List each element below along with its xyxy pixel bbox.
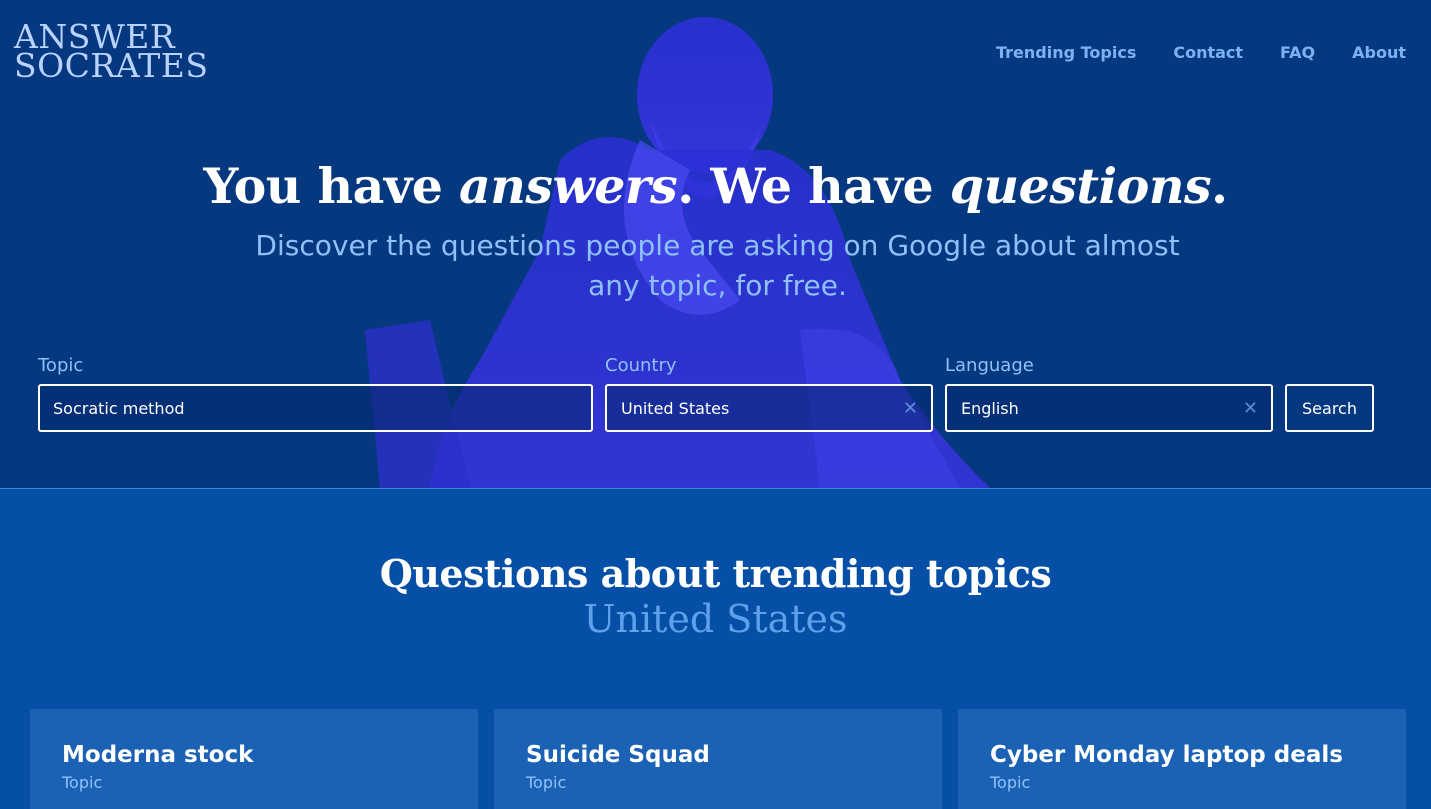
card-type: Topic	[526, 773, 567, 792]
headline-part: You have	[203, 157, 460, 215]
topic-label: Topic	[38, 355, 84, 376]
close-icon[interactable]: ✕	[903, 398, 918, 419]
close-icon[interactable]: ✕	[1243, 398, 1258, 419]
card-title: Moderna stock	[62, 742, 254, 768]
site-logo[interactable]: ANSWER SOCRATES	[14, 20, 209, 85]
country-label: Country	[605, 355, 677, 376]
card-title: Cyber Monday laptop deals	[990, 742, 1343, 768]
headline-emphasis: answers	[459, 157, 678, 215]
country-select-value: United States	[621, 398, 730, 418]
hero-section: ANSWER SOCRATES Trending Topics Contact …	[0, 0, 1431, 489]
trending-card[interactable]: Suicide Squad Topic	[494, 709, 942, 809]
logo-line-2: SOCRATES	[14, 46, 209, 85]
hero-headline: You have answers. We have questions.	[0, 156, 1431, 216]
topic-input[interactable]: Socratic method	[38, 384, 593, 432]
language-select-value: English	[961, 398, 1019, 418]
headline-part: .	[1211, 157, 1228, 215]
nav-faq[interactable]: FAQ	[1280, 43, 1315, 62]
card-title: Suicide Squad	[526, 742, 710, 768]
topic-input-value: Socratic method	[53, 398, 185, 418]
trending-card[interactable]: Moderna stock Topic	[30, 709, 478, 809]
card-type: Topic	[62, 773, 103, 792]
hero-subhead: Discover the questions people are asking…	[255, 229, 1180, 302]
search-button[interactable]: Search	[1285, 384, 1374, 432]
language-select[interactable]: English ✕	[945, 384, 1273, 432]
top-nav: Trending Topics Contact FAQ About	[996, 43, 1406, 62]
card-type: Topic	[990, 773, 1031, 792]
headline-part: . We have	[677, 157, 950, 215]
nav-contact[interactable]: Contact	[1173, 43, 1243, 62]
trending-country: United States	[583, 597, 848, 641]
country-select[interactable]: United States ✕	[605, 384, 933, 432]
trending-title: Questions about trending topics	[379, 551, 1052, 596]
trending-card[interactable]: Cyber Monday laptop deals Topic	[958, 709, 1406, 809]
headline-emphasis: questions	[949, 157, 1212, 215]
nav-trending-topics[interactable]: Trending Topics	[996, 43, 1136, 62]
nav-about[interactable]: About	[1352, 43, 1406, 62]
language-label: Language	[945, 355, 1034, 376]
